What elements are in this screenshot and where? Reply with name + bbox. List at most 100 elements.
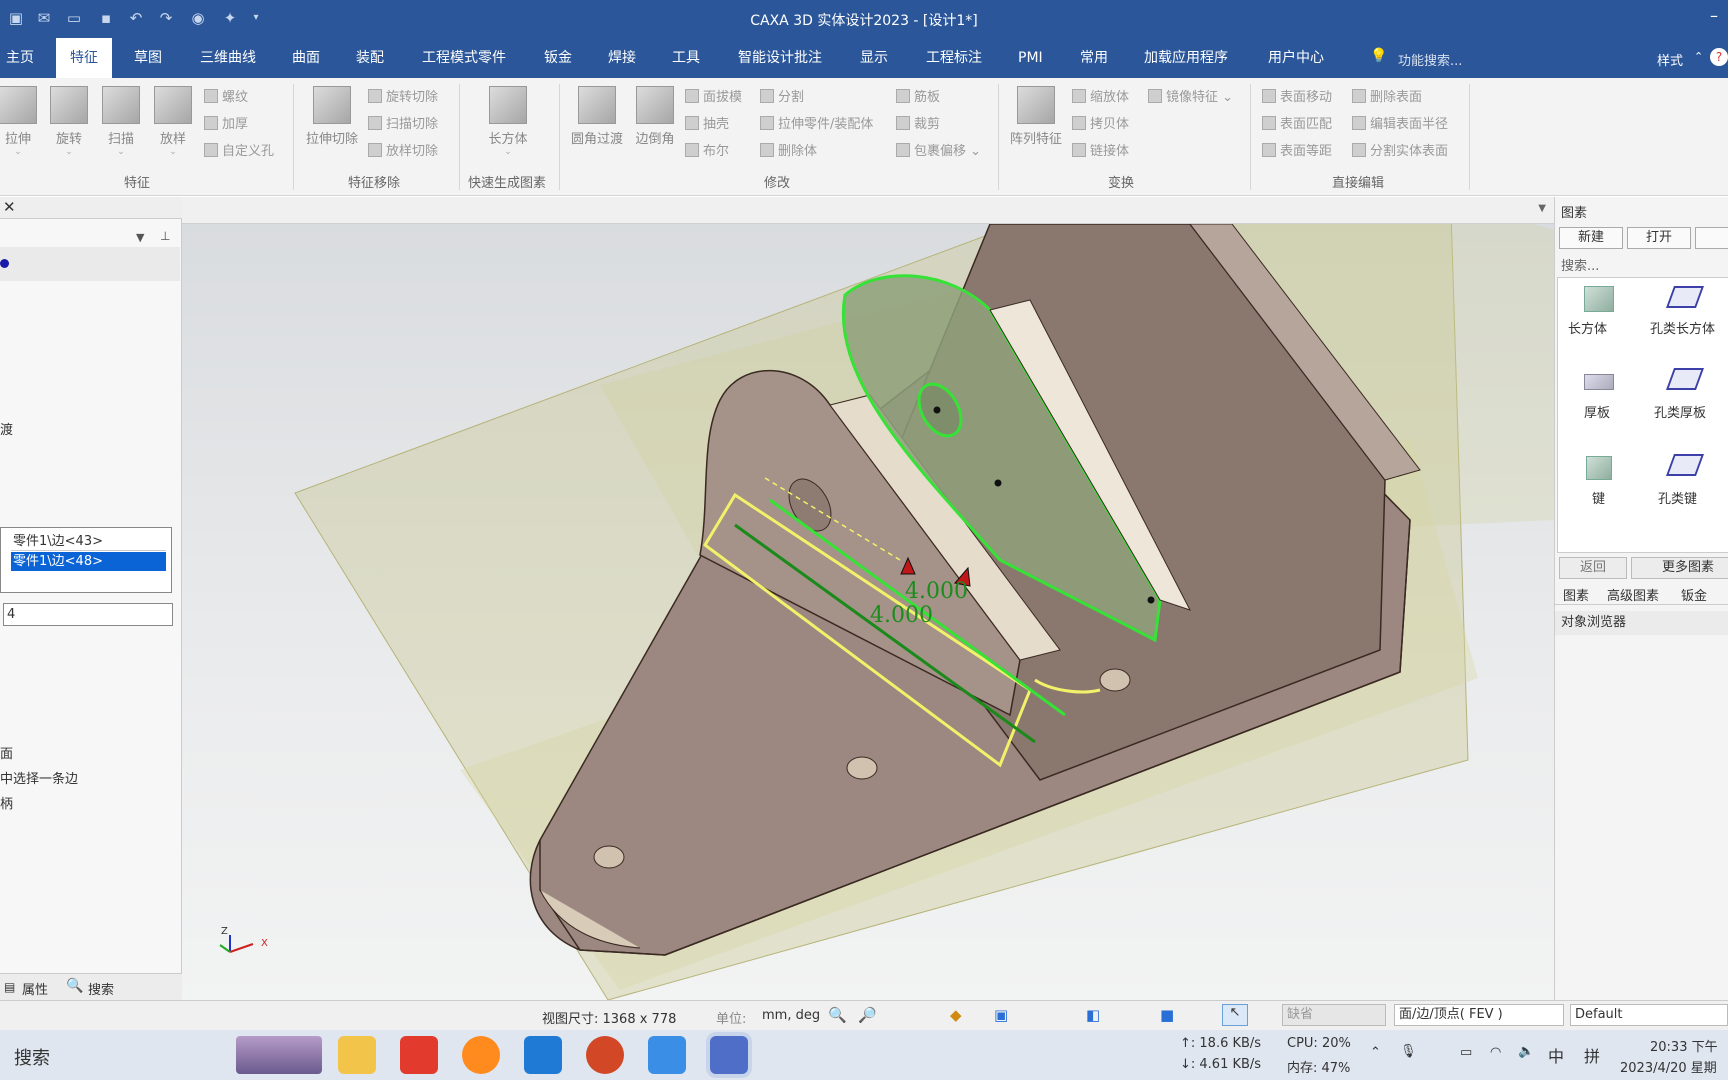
volume-icon[interactable]: 🔈 (1518, 1044, 1534, 1059)
thread-button[interactable]: 螺纹 (204, 86, 248, 105)
tab-search[interactable]: 搜索 (88, 979, 114, 998)
render-icon[interactable]: ◆ (950, 1006, 962, 1024)
zoom-icon[interactable]: 🔍 (828, 1006, 847, 1024)
element-box[interactable]: 长方体 (1568, 318, 1607, 337)
tab-addins[interactable]: 加载应用程序 (1144, 38, 1228, 78)
edit-radius-button[interactable]: 编辑表面半径 (1352, 113, 1448, 132)
scale-body-button[interactable]: 缩放体 (1072, 86, 1129, 105)
tab-sheet-metal[interactable]: 钣金 (544, 38, 572, 78)
move-face-button[interactable]: 表面移动 (1262, 86, 1332, 105)
mirror-button[interactable]: 镜像特征 ⌄ (1148, 86, 1233, 105)
revolve-button[interactable]: 旋转 ⌄ (39, 86, 99, 157)
fillet-button[interactable]: 圆角过渡 (567, 86, 627, 147)
app-red-icon[interactable] (400, 1036, 438, 1074)
mode-dropdown[interactable]: 缺省 (1282, 1004, 1386, 1026)
zoom-area-icon[interactable]: 🔎 (858, 1006, 877, 1024)
offset-face-button[interactable]: 表面等距 (1262, 140, 1332, 159)
match-face-button[interactable]: 表面匹配 (1262, 113, 1332, 132)
back-button[interactable]: 返回 (1559, 557, 1627, 579)
select-cursor-icon[interactable]: ↖ (1222, 1004, 1248, 1026)
pattern-button[interactable]: 阵列特征 (1006, 86, 1066, 147)
element-hole-plate[interactable]: 孔类厚板 (1654, 402, 1706, 421)
style-dropdown[interactable]: Default (1570, 1004, 1728, 1026)
extrude-cut-button[interactable]: 拉伸切除 (302, 86, 362, 147)
tab-elements[interactable]: 图素 (1563, 585, 1589, 604)
object-browser-header[interactable]: 对象浏览器 (1555, 611, 1728, 635)
list-item-selected[interactable]: 零件1\边<48> (11, 552, 166, 571)
style-menu[interactable]: 样式 (1657, 50, 1683, 69)
tab-feature[interactable]: 特征 (56, 38, 112, 78)
ime-mode[interactable]: 拼 (1584, 1043, 1600, 1067)
custom-hole-button[interactable]: 自定义孔 (204, 140, 274, 159)
distance-input[interactable]: 4 (3, 603, 173, 626)
wifi-icon[interactable]: ◠ (1490, 1045, 1501, 1060)
wrap-offset-button[interactable]: 包裹偏移 ⌄ (896, 140, 981, 159)
clock-time[interactable]: 20:33 下午 (1650, 1036, 1718, 1055)
chevron-down-icon[interactable]: ▼ (1538, 203, 1546, 214)
edge-list[interactable]: 零件1\边<43> 零件1\边<48> (0, 527, 172, 593)
element-hole-box[interactable]: 孔类长方体 (1650, 318, 1715, 337)
close-icon[interactable]: ✕ (3, 198, 16, 216)
tab-engineering-part[interactable]: 工程模式零件 (422, 38, 506, 78)
split-face-button[interactable]: 分割实体表面 (1352, 140, 1448, 159)
thicken-button[interactable]: 加厚 (204, 113, 248, 132)
section-view-icon[interactable]: ◧ (1086, 1006, 1100, 1024)
pin-icon[interactable]: ⊥ (160, 229, 170, 243)
tab-pmi[interactable]: PMI (1018, 38, 1043, 78)
microphone-icon[interactable]: 🎙 (1400, 1044, 1417, 1059)
help-icon[interactable]: ? (1710, 48, 1728, 66)
3d-viewport[interactable]: 4.000 4.000 Z X (182, 224, 1554, 1000)
dimension-label[interactable]: 4.000 (870, 603, 933, 628)
trim-button[interactable]: 裁剪 (896, 113, 940, 132)
firefox-icon[interactable] (462, 1036, 500, 1074)
minimize-icon[interactable]: – (1710, 6, 1718, 25)
tab-dimension[interactable]: 工程标注 (926, 38, 982, 78)
tab-tools[interactable]: 工具 (672, 38, 700, 78)
list-item[interactable]: 零件1\边<43> (11, 532, 166, 551)
tab-user-center[interactable]: 用户中心 (1268, 38, 1324, 78)
tab-sheet-metal-elements[interactable]: 钣金 (1681, 585, 1707, 604)
filter-dropdown[interactable]: 面/边/顶点( FEV ) (1394, 1004, 1564, 1026)
tab-surface[interactable]: 曲面 (292, 38, 320, 78)
display-mode-icon[interactable]: ■ (1160, 1006, 1174, 1024)
battery-icon[interactable]: ▭ (1460, 1045, 1472, 1060)
tab-assembly[interactable]: 装配 (356, 38, 384, 78)
ime-indicator[interactable]: 中 (1548, 1043, 1564, 1067)
split-button[interactable]: 分割 (760, 86, 804, 105)
chevron-down-icon[interactable]: ▼ (136, 231, 144, 244)
box-button[interactable]: 长方体 ⌄ (478, 86, 538, 157)
shell-button[interactable]: 抽壳 (685, 113, 729, 132)
open-catalog-button[interactable]: 打开 (1627, 227, 1691, 249)
tab-welding[interactable]: 焊接 (608, 38, 636, 78)
view-cube-icon[interactable]: ▣ (994, 1006, 1008, 1024)
element-plate[interactable]: 厚板 (1584, 402, 1610, 421)
save-catalog-button[interactable] (1695, 227, 1728, 249)
chamfer-button[interactable]: 边倒角 (625, 86, 685, 147)
link-body-button[interactable]: 链接体 (1072, 140, 1129, 159)
tab-display[interactable]: 显示 (860, 38, 888, 78)
element-hole-key[interactable]: 孔类键 (1658, 488, 1697, 507)
tab-home[interactable]: 主页 (6, 38, 34, 78)
image-viewer-icon[interactable] (648, 1036, 686, 1074)
element-key[interactable]: 键 (1592, 488, 1605, 507)
delete-face-button[interactable]: 删除表面 (1352, 86, 1422, 105)
draft-button[interactable]: 面拔模 (685, 86, 742, 105)
tab-3d-curve[interactable]: 三维曲线 (200, 38, 256, 78)
chevron-up-icon[interactable]: ⌃ (1370, 1045, 1381, 1060)
more-elements-button[interactable]: 更多图素 (1631, 557, 1728, 579)
caxa-app-icon[interactable] (710, 1036, 748, 1074)
powerpoint-icon[interactable] (586, 1036, 624, 1074)
revolve-cut-button[interactable]: 旋转切除 (368, 86, 438, 105)
photos-app-icon[interactable] (524, 1036, 562, 1074)
function-search[interactable]: 功能搜索... (1398, 50, 1462, 69)
rib-button[interactable]: 筋板 (896, 86, 940, 105)
dimension-label[interactable]: 4.000 (905, 579, 968, 604)
extrude-part-button[interactable]: 拉伸零件/装配体 (760, 113, 873, 132)
tab-advanced-elements[interactable]: 高级图素 (1607, 585, 1659, 604)
loft-cut-button[interactable]: 放样切除 (368, 140, 438, 159)
taskbar-search[interactable]: 搜索 (14, 1044, 50, 1070)
sweep-cut-button[interactable]: 扫描切除 (368, 113, 438, 132)
tab-sketch[interactable]: 草图 (134, 38, 162, 78)
new-catalog-button[interactable]: 新建 (1559, 227, 1623, 249)
copy-body-button[interactable]: 拷贝体 (1072, 113, 1129, 132)
